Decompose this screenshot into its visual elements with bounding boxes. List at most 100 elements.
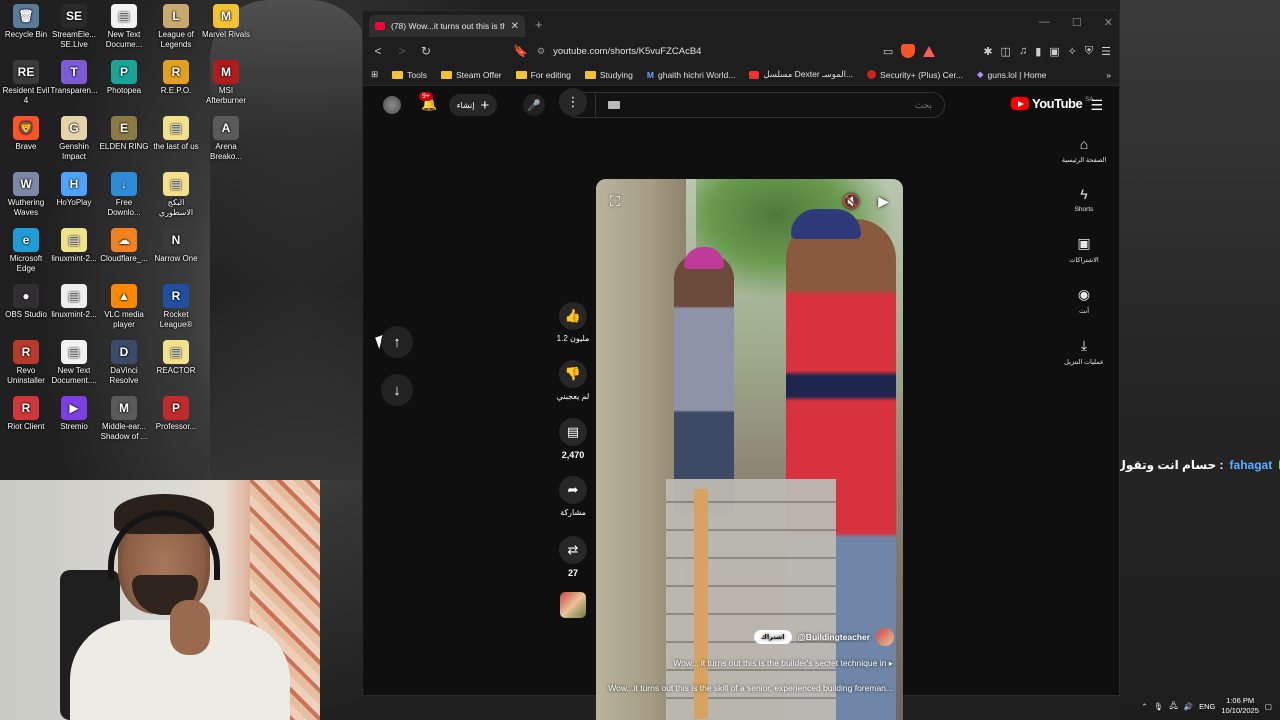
desktop-icon[interactable]: 🦁 Brave — [0, 116, 52, 152]
like-button[interactable]: 👍 1.2 مليون — [553, 302, 593, 343]
nav-you[interactable]: ◉ أنت — [1055, 286, 1113, 315]
avatar[interactable] — [383, 96, 401, 114]
more-bookmarks-icon[interactable]: » — [1106, 70, 1111, 80]
desktop-icon[interactable]: 🗑 Recycle Bin — [0, 4, 52, 40]
desktop-icon[interactable]: M MSI Afterburner — [200, 60, 252, 106]
youtube-logo[interactable]: YouTube SA — [1011, 96, 1093, 111]
channel-avatar[interactable] — [876, 628, 895, 646]
nav-home[interactable]: ⌂ الصفحة الرئيسية — [1055, 136, 1113, 164]
channel-handle[interactable]: @Buildingteacher — [798, 632, 871, 642]
wallet-icon[interactable]: ▣ — [1049, 45, 1059, 58]
desktop-icon[interactable]: G Genshin Impact — [48, 116, 100, 162]
short-video-player[interactable]: ⛶ 🔇 ▶ اشتراك @Buildingteacher Wow... it … — [596, 179, 903, 720]
music-icon[interactable]: ♫ — [1019, 45, 1027, 57]
close-window-icon[interactable]: ✕ — [1104, 16, 1113, 29]
nav-shorts[interactable]: ϟ Shorts — [1055, 186, 1113, 213]
desktop-icon[interactable]: H HoYoPlay — [48, 172, 100, 208]
next-short-button[interactable]: ↓ — [381, 374, 413, 406]
desktop-icon[interactable]: P Professor... — [150, 396, 202, 432]
menu-icon[interactable]: ☰ — [1101, 45, 1111, 58]
desktop-icon[interactable]: ▤ linuxmint-2... — [48, 228, 100, 264]
speaker-icon[interactable]: 🔊 — [1184, 702, 1193, 711]
microphone-tray-icon[interactable]: 🎙 — [1154, 702, 1164, 711]
dislike-button[interactable]: 👎 لم يعجبني — [553, 360, 593, 401]
desktop-icon[interactable]: W Wuthering Waves — [0, 172, 52, 218]
desktop-icon[interactable]: ▶ Stremio — [48, 396, 100, 432]
desktop-icon[interactable]: ▤ New Text Document.... — [48, 340, 100, 386]
desktop-icon[interactable]: N Narrow One — [150, 228, 202, 264]
active-tab[interactable]: (78) Wow...it turns out this is the ✕ — [369, 15, 525, 37]
url-field[interactable]: ⚙ youtube.com/shorts/K5vuFZCAcB4 — [537, 46, 873, 57]
desktop-icon[interactable]: R Riot Client — [0, 396, 52, 432]
language-indicator[interactable]: ENG — [1199, 702, 1215, 711]
desktop-icon[interactable]: ▤ REACTOR — [150, 340, 202, 376]
video-title[interactable]: Wow... it turns out this is the builder'… — [606, 657, 893, 669]
bookmark-tools[interactable]: Tools — [392, 70, 427, 80]
close-tab-icon[interactable]: ✕ — [511, 21, 519, 32]
forward-icon[interactable]: > — [395, 44, 409, 58]
reload-icon[interactable]: ↻ — [419, 44, 433, 58]
microphone-icon[interactable]: 🎤 — [523, 94, 545, 116]
screen-icon[interactable]: ▭ — [883, 45, 893, 58]
bookmark-for-editing[interactable]: For editing — [515, 70, 571, 80]
desktop-icon[interactable]: L League of Legends — [150, 4, 202, 50]
desktop-icon[interactable]: e Microsoft Edge — [0, 228, 52, 274]
desktop-icon[interactable]: R Rocket League® — [150, 284, 202, 330]
desktop-icon[interactable]: T Transparen... — [48, 60, 100, 96]
desktop-icon[interactable]: ☁ Cloudflare_... — [98, 228, 150, 264]
screenshot-icon[interactable]: ◫ — [1001, 45, 1011, 58]
desktop-icon[interactable]: RE Resident Evil 4 — [0, 60, 52, 106]
apps-grid-icon[interactable]: ⊞ — [371, 69, 378, 80]
desktop-icon[interactable]: R Revo Uninstaller — [0, 340, 52, 386]
chevron-up-icon[interactable]: ⌃ — [1142, 702, 1148, 711]
brave-shield-icon[interactable] — [901, 44, 916, 58]
desktop-icon[interactable]: ● OBS Studio — [0, 284, 52, 320]
desktop-icon[interactable]: D DaVinci Resolve — [98, 340, 150, 386]
comments-button[interactable]: ▤ 2,470 — [553, 418, 593, 460]
sidebar-icon[interactable]: ▮ — [1035, 45, 1041, 58]
desktop-icon[interactable]: ▤ the last of us — [150, 116, 202, 152]
desktop-icon[interactable]: P Photopea — [98, 60, 150, 96]
desktop-icon[interactable]: A Arena Breako... — [200, 116, 252, 162]
create-button[interactable]: إنشاء + — [449, 94, 497, 116]
desktop-icon[interactable]: ▤ New Text Docume... — [98, 4, 150, 50]
share-button[interactable]: ➦ مشاركة — [553, 476, 593, 517]
nav-subscriptions[interactable]: ▣ الاشتراكات — [1055, 235, 1113, 264]
desktop-icon[interactable]: M Middle-ear... Shadow of ... — [98, 396, 150, 442]
desktop-icon[interactable]: ↓ Free Downlo... — [98, 172, 150, 218]
network-icon[interactable]: 🖧 — [1169, 700, 1177, 713]
desktop-icon[interactable]: ▲ VLC media player — [98, 284, 150, 330]
bookmark-steam-offer[interactable]: Steam Offer — [440, 70, 502, 80]
desktop-icon[interactable]: R R.E.P.O. — [150, 60, 202, 96]
back-icon[interactable]: < — [371, 44, 385, 58]
nav-downloads[interactable]: ⤓ عمليات التنزيل — [1055, 337, 1113, 366]
desktop-icon[interactable]: ▤ البكج الاسطوري — [150, 172, 202, 218]
extension-icon[interactable]: ✱ — [983, 45, 992, 58]
bookmark-ghaith[interactable]: Mghaith hichri World... — [647, 70, 735, 80]
notifications-icon[interactable]: ▢ — [1265, 702, 1272, 711]
bookmark-guns-lol[interactable]: ◆ guns.lol | Home — [977, 69, 1046, 80]
keyboard-icon[interactable] — [608, 101, 620, 109]
bookmark-dexter[interactable]: مسلسل Dexter الموسـ... — [749, 69, 853, 80]
new-tab-button[interactable]: + — [535, 17, 543, 32]
volume-icon[interactable]: 🔇 — [843, 193, 860, 210]
clock[interactable]: 1:06 PM 10/10/2025 — [1221, 696, 1259, 716]
subscribe-button[interactable]: اشتراك — [754, 630, 792, 644]
bookmark-security-plus[interactable]: Security+ (Plus) Cer... — [867, 70, 963, 80]
sound-source-button[interactable] — [553, 592, 593, 618]
search-input[interactable] — [620, 100, 944, 110]
minimize-icon[interactable]: — — [1039, 16, 1050, 29]
desktop-icon[interactable]: M Marvel Rivals — [200, 4, 252, 40]
remix-button[interactable]: ⇄ 27 — [553, 536, 593, 578]
play-icon[interactable]: ▶ — [878, 193, 889, 210]
bookmark-studying[interactable]: Studying — [584, 70, 633, 80]
desktop-icon[interactable]: SE StreamEle... SE.Live — [48, 4, 100, 50]
desktop-icon[interactable]: ▤ linuxmint-2... — [48, 284, 100, 320]
more-options-button[interactable]: ⋮ — [553, 88, 593, 120]
guide-menu-icon[interactable]: ☰ — [1090, 97, 1103, 114]
previous-short-button[interactable]: ↑ — [381, 326, 413, 358]
fullscreen-icon[interactable]: ⛶ — [610, 193, 620, 210]
leo-icon[interactable]: ✧ — [1068, 45, 1077, 58]
brave-rewards-icon[interactable] — [923, 45, 936, 57]
vpn-icon[interactable]: ⛨ — [1085, 45, 1093, 58]
